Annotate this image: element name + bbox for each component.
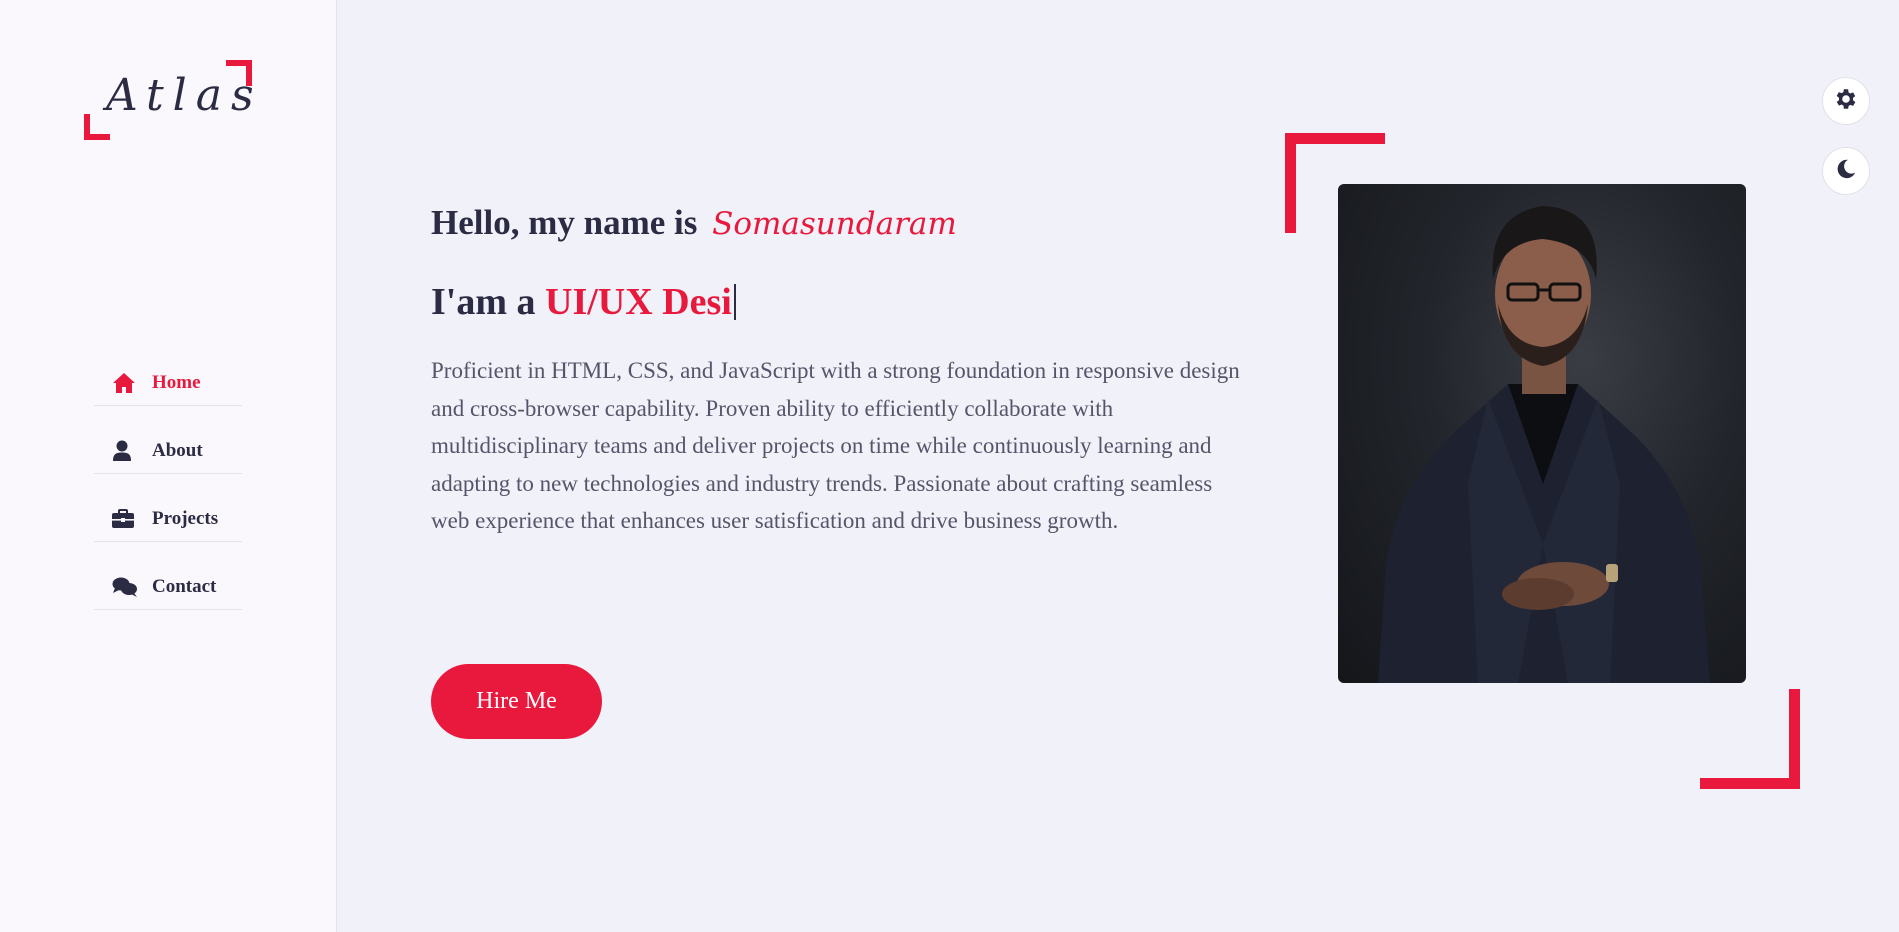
nav-item-home[interactable]: Home — [94, 360, 242, 406]
greeting-heading: Hello, my name is Somasundaram — [431, 203, 957, 243]
nav-item-label: About — [152, 439, 203, 461]
comments-icon — [112, 577, 142, 597]
hero-name: Somasundaram — [712, 206, 957, 242]
hire-me-button[interactable]: Hire Me — [431, 664, 602, 739]
sidebar-nav: Home About Projects Contact — [94, 360, 242, 632]
gear-icon — [1833, 86, 1859, 117]
theme-toggle-button[interactable] — [1822, 147, 1870, 195]
sidebar: Atlas Home About Projects Contact — [0, 0, 337, 932]
nav-item-label: Contact — [152, 575, 217, 597]
user-icon — [112, 440, 142, 462]
bio-paragraph: Proficient in HTML, CSS, and JavaScript … — [431, 358, 1240, 533]
photo-frame-corner-bottom-right — [1700, 689, 1800, 789]
home-icon — [112, 372, 142, 394]
role-typed-text: UI/UX Desi — [545, 281, 732, 323]
role-heading: I'am a UI/UX Desi — [431, 280, 736, 324]
logo[interactable]: Atlas — [84, 60, 254, 140]
briefcase-icon — [112, 508, 142, 529]
role-prefix: I'am a — [431, 281, 536, 323]
nav-item-label: Home — [152, 371, 201, 393]
nav-item-contact[interactable]: Contact — [94, 564, 242, 610]
nav-item-projects[interactable]: Projects — [94, 496, 242, 542]
settings-button[interactable] — [1822, 77, 1870, 125]
nav-item-label: Projects — [152, 507, 219, 529]
moon-icon — [1835, 158, 1857, 185]
greeting-prefix: Hello, my name is — [431, 203, 698, 242]
profile-photo — [1338, 184, 1746, 683]
nav-item-about[interactable]: About — [94, 428, 242, 474]
logo-text: Atlas — [106, 70, 263, 121]
typing-caret — [733, 284, 736, 320]
